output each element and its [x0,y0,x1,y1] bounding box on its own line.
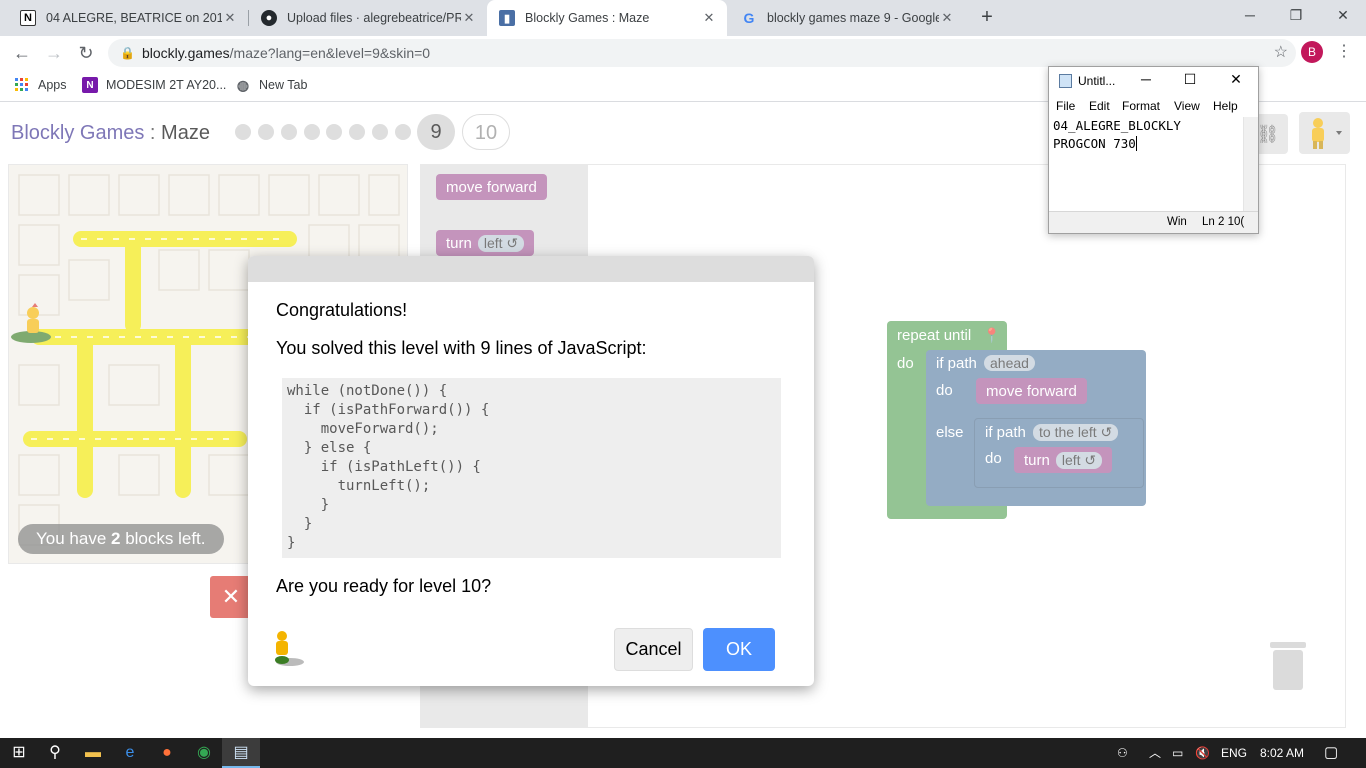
tab-github[interactable]: ● Upload files · alegrebeatrice/PRC ✕ [249,0,487,36]
restore-icon[interactable]: ❐ [1273,0,1319,32]
code-block: while (notDone()) { if (isPathForward())… [282,378,781,558]
dialog-title: Congratulations! [276,300,408,320]
close-icon[interactable]: ✕ [939,10,955,26]
language-indicator[interactable]: ENG [1221,738,1247,768]
bookmark-modesim[interactable]: N MODESIM 2T AY20... [82,70,226,100]
notepad-window: Untitl... ─ ☐ ✕ File Edit Format View He… [1048,66,1259,234]
lock-icon: 🔒 [120,46,135,60]
windows-start-icon[interactable]: ⊞ [0,738,38,768]
blockly-icon: ▮ [499,10,515,26]
github-icon: ● [261,10,277,26]
back-arrow-icon[interactable]: ← [10,41,34,65]
menu-file[interactable]: File [1056,99,1075,113]
congratulations-dialog: Congratulations! You solved this level w… [248,256,814,686]
code-line: while (notDone()) { [287,383,448,399]
notion-icon: N [20,10,36,26]
tab-title: blockly games maze 9 - Google S [767,11,939,25]
text-line: PROGCON 730 [1053,136,1137,151]
pegman-icon [275,631,304,666]
tab-title: Upload files · alegrebeatrice/PRC [287,11,461,25]
menu-format[interactable]: Format [1122,99,1160,113]
maximize-icon[interactable]: ☐ [1180,71,1200,88]
tab-google-search[interactable]: G blockly games maze 9 - Google S ✕ [729,0,965,36]
bookmark-label: New Tab [259,78,308,92]
next-level-prompt: Are you ready for level 10? [276,576,492,596]
forward-arrow-icon[interactable]: → [42,41,66,65]
code-line: } [287,535,296,551]
chrome-icon[interactable]: ◉ [185,738,223,768]
close-window-icon[interactable]: ✕ [1320,0,1366,32]
reload-icon[interactable]: ↻ [74,41,98,65]
onenote-icon: N [82,77,98,93]
bookmark-new-tab[interactable]: ◍ New Tab [235,70,308,100]
star-icon[interactable]: ☆ [1274,39,1288,67]
notepad-statusbar: Win Ln 2 10( [1049,211,1258,233]
bookmark-apps[interactable]: Apps [14,70,67,100]
menu-help[interactable]: Help [1213,99,1238,113]
tab-blockly-maze[interactable]: ▮ Blockly Games : Maze ✕ [487,0,727,36]
clock[interactable]: 8:02 AM [1260,738,1304,768]
network-icon[interactable]: ▭ [1172,738,1183,768]
code-line: if (isPathForward()) { [287,402,490,418]
tab-title: 04 ALEGRE, BEATRICE on 2019T2 [46,11,222,25]
code-line: } [287,497,330,513]
search-icon[interactable]: ⚲ [36,738,74,768]
minimize-icon[interactable]: ─ [1136,71,1156,87]
encoding-status: Win [1167,216,1187,228]
close-icon[interactable]: ✕ [461,10,477,26]
code-line: moveForward(); [287,421,439,437]
notepad-menubar: File Edit Format View Help [1049,97,1258,117]
cancel-button[interactable]: Cancel [614,628,693,671]
tab-title: Blockly Games : Maze [525,11,650,25]
code-line: turnLeft(); [287,478,431,494]
new-tab-button[interactable]: + [976,6,998,28]
firefox-icon[interactable]: ● [148,738,186,768]
dialog-message: You solved this level with 9 lines of Ja… [276,338,647,358]
volume-muted-icon[interactable]: 🔇 [1195,738,1210,768]
url-host: blockly.games [142,45,230,61]
dialog-header [248,256,814,282]
notepad-text-area[interactable]: 04_ALEGRE_BLOCKLY PROGCON 730 [1053,117,1243,211]
code-line: if (isPathLeft()) { [287,459,481,475]
close-icon[interactable]: ✕ [1226,71,1246,88]
vertical-scrollbar[interactable] [1243,117,1258,211]
globe-icon: ◍ [236,76,250,93]
address-bar[interactable]: 🔒 blockly.games/maze?lang=en&level=9&ski… [108,39,1296,67]
edge-icon[interactable]: e [111,738,149,768]
menu-icon[interactable]: ⋮ [1336,41,1352,61]
menu-view[interactable]: View [1174,99,1200,113]
chevron-up-icon[interactable]: ︿ [1149,738,1161,768]
windows-taskbar: ⊞ ⚲ ▬ e ● ◉ ▤ ⚇ ︿ ▭ 🔇 ENG 8:02 AM ▢ [0,738,1366,768]
tab-strip: N 04 ALEGRE, BEATRICE on 2019T2 ✕ ● Uplo… [0,0,1366,36]
minimize-icon[interactable]: ─ [1227,0,1273,32]
bookmark-label: MODESIM 2T AY20... [106,78,227,92]
close-icon[interactable]: ✕ [701,10,717,26]
file-explorer-icon[interactable]: ▬ [74,738,112,768]
profile-avatar[interactable]: B [1301,41,1323,63]
notepad-titlebar[interactable]: Untitl... ─ ☐ ✕ [1049,67,1258,95]
cursor-position: Ln 2 10( [1202,216,1245,228]
close-icon[interactable]: ✕ [222,10,238,26]
code-line: } [287,516,313,532]
notepad-icon [1059,74,1072,88]
browser-toolbar: ← → ↻ 🔒 blockly.games/maze?lang=en&level… [0,36,1366,70]
bookmark-label: Apps [38,78,67,92]
tab-notion[interactable]: N 04 ALEGRE, BEATRICE on 2019T2 ✕ [8,0,248,36]
people-icon[interactable]: ⚇ [1117,738,1128,768]
ok-button[interactable]: OK [703,628,775,671]
apps-grid-icon [14,77,30,93]
menu-edit[interactable]: Edit [1089,99,1110,113]
text-line: 04_ALEGRE_BLOCKLY [1053,118,1181,133]
notepad-title: Untitl... [1078,74,1116,88]
code-line: } else { [287,440,372,456]
google-icon: G [743,10,755,26]
notifications-icon[interactable]: ▢ [1324,738,1338,768]
url-path: /maze?lang=en&level=9&skin=0 [229,45,431,61]
notepad-taskbar-icon[interactable]: ▤ [222,738,260,768]
